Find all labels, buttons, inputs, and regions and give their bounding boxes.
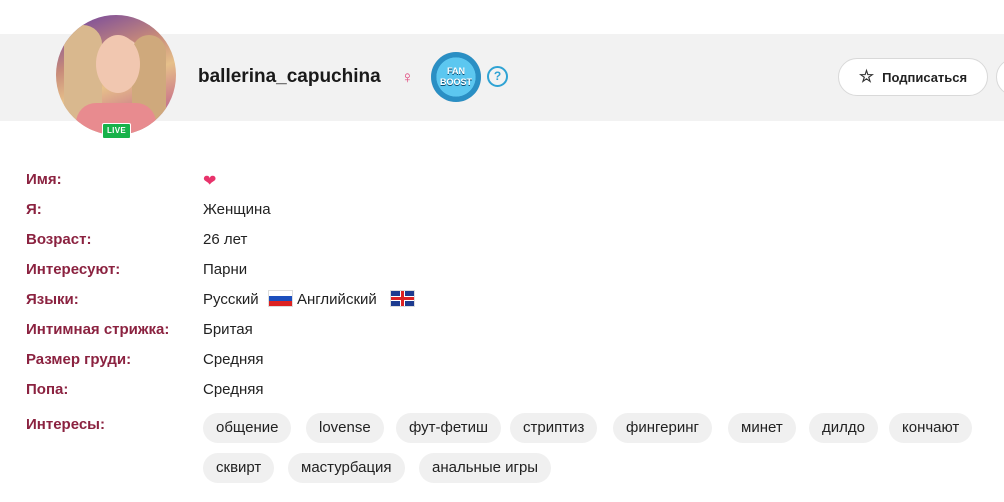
subscribe-label: Подписаться [882, 69, 968, 85]
username: ballerina_capuchina [198, 66, 381, 87]
russia-flag-icon [268, 290, 293, 307]
interest-tag[interactable]: стриптиз [510, 413, 598, 443]
uk-flag-icon [390, 290, 415, 307]
female-gender-icon: ♀ [401, 68, 414, 87]
name-label: Имя: [26, 171, 62, 188]
breast-label: Размер груди: [26, 351, 132, 368]
interest-tag[interactable]: кончают [889, 413, 973, 443]
age-label: Возраст: [26, 231, 92, 248]
me-label: Я: [26, 201, 42, 218]
interested-value: Парни [203, 261, 248, 278]
star-outline-icon: ☆ [858, 67, 875, 86]
interest-tag[interactable]: мастурбация [288, 453, 405, 483]
live-badge: LIVE [102, 123, 131, 139]
help-icon[interactable]: ? [487, 66, 508, 87]
butt-label: Попа: [26, 381, 69, 398]
interests-label: Интересы: [26, 416, 105, 433]
language-russian: Русский [203, 291, 259, 308]
avatar[interactable] [56, 15, 176, 135]
interest-tag[interactable]: фингеринг [613, 413, 712, 443]
subscribe-button[interactable]: ☆ Подписаться [838, 58, 988, 96]
avatar-face [96, 35, 140, 93]
butt-value: Средняя [203, 381, 264, 398]
fanboost-line1: FAN [447, 66, 465, 76]
heart-icon: ❤ [203, 173, 217, 190]
fanboost-badge-icon[interactable]: FAN BOOST [431, 52, 481, 102]
grooming-label: Интимная стрижка: [26, 321, 170, 338]
language-english: Английский [297, 291, 377, 308]
interest-tag[interactable]: фут-фетиш [396, 413, 502, 443]
me-value: Женщина [203, 201, 271, 218]
interest-tag[interactable]: сквирт [203, 453, 275, 483]
interest-tag[interactable]: lovense [306, 413, 384, 443]
grooming-value: Бритая [203, 321, 253, 338]
interest-tag[interactable]: общение [203, 413, 292, 443]
interest-tag[interactable]: анальные игры [419, 453, 552, 483]
interest-tag[interactable]: дилдо [809, 413, 878, 443]
interested-label: Интересуют: [26, 261, 121, 278]
fanboost-line2: BOOST [439, 77, 472, 87]
age-value: 26 лет [203, 231, 248, 248]
breast-value: Средняя [203, 351, 264, 368]
languages-label: Языки: [26, 291, 79, 308]
interest-tag[interactable]: минет [728, 413, 796, 443]
